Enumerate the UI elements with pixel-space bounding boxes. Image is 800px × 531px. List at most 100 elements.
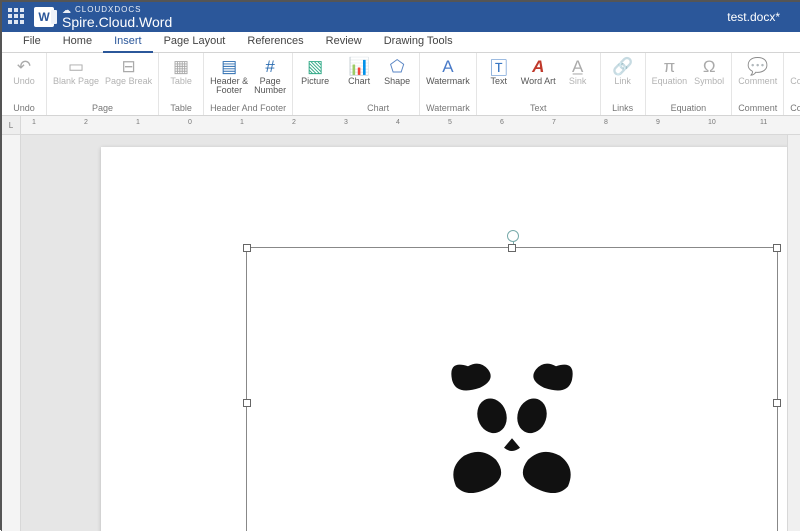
resize-handle-n[interactable] xyxy=(508,244,516,252)
tab-review[interactable]: Review xyxy=(315,32,373,52)
canvas-area[interactable] xyxy=(21,135,787,531)
resize-handle-ne[interactable] xyxy=(773,244,781,252)
workspace xyxy=(2,135,800,531)
ruler-mark: 10 xyxy=(708,119,716,126)
tab-drawing-tools[interactable]: Drawing Tools xyxy=(373,32,464,52)
ruler-mark: 8 xyxy=(604,119,608,126)
resize-handle-nw[interactable] xyxy=(243,244,251,252)
pi-icon: π xyxy=(664,56,676,77)
title-bar: W CLOUDXDOCS Spire.Cloud.Word test.docx* xyxy=(2,2,800,32)
rotate-handle-icon[interactable] xyxy=(507,230,519,242)
group-equation: πEquation ΩSymbol Equation xyxy=(646,53,733,115)
ruler-mark: 4 xyxy=(396,119,400,126)
group-chart: 📊Chart ⬠Shape Chart xyxy=(337,53,420,115)
blank-page-button[interactable]: ▭Blank Page xyxy=(50,54,102,103)
group-table-label: Table xyxy=(170,103,192,114)
ribbon: ↶Undo Undo ▭Blank Page ⊟Page Break Page … xyxy=(2,53,800,116)
ruler-mark: 1 xyxy=(240,119,244,126)
ruler-mark: 7 xyxy=(552,119,556,126)
textbox-icon: 🅃 xyxy=(490,56,507,77)
sink-icon: A̲ xyxy=(572,56,583,77)
ruler-corner: L xyxy=(2,116,21,134)
resize-handle-w[interactable] xyxy=(243,399,251,407)
shape-button[interactable]: ⬠Shape xyxy=(378,54,416,103)
vertical-scrollbar[interactable] xyxy=(787,135,800,531)
group-page-label: Page xyxy=(92,103,113,114)
document-page[interactable] xyxy=(101,147,787,531)
image-selection-box[interactable] xyxy=(246,247,778,531)
tab-references[interactable]: References xyxy=(236,32,314,52)
tab-insert[interactable]: Insert xyxy=(103,32,153,53)
group-content-control: ⧉Content Control Content Control xyxy=(784,53,800,115)
group-text-label: Text xyxy=(530,103,547,114)
page-break-icon: ⊟ xyxy=(121,56,135,77)
page-number-icon: # xyxy=(265,56,274,77)
link-button[interactable]: 🔗Link xyxy=(604,54,642,103)
ruler-mark: 6 xyxy=(500,119,504,126)
group-text: 🅃Text AWord Art A̲Sink Text xyxy=(477,53,601,115)
table-button[interactable]: ▦Table xyxy=(162,54,200,103)
group-undo-label: Undo xyxy=(13,103,35,114)
tab-home[interactable]: Home xyxy=(52,32,103,52)
comment-button[interactable]: 💬Comment xyxy=(735,54,780,103)
group-links: 🔗Link Links xyxy=(601,53,646,115)
ruler-mark: 2 xyxy=(292,119,296,126)
panda-image[interactable] xyxy=(432,336,592,496)
ruler-mark: 2 xyxy=(84,119,88,126)
sink-button[interactable]: A̲Sink xyxy=(559,54,597,103)
apps-grid-icon[interactable] xyxy=(8,8,26,26)
link-icon: 🔗 xyxy=(612,56,633,77)
group-links-label: Links xyxy=(612,103,633,114)
blank-page-icon: ▭ xyxy=(68,56,84,77)
group-hf-label: Header And Footer xyxy=(210,103,286,114)
header-footer-button[interactable]: ▤Header & Footer xyxy=(207,54,251,103)
group-header-footer: ▤Header & Footer #Page Number Header And… xyxy=(204,53,293,115)
menu-bar: File Home Insert Page Layout References … xyxy=(2,32,800,53)
word-logo-icon: W xyxy=(34,7,54,27)
table-icon: ▦ xyxy=(173,56,189,77)
brand-block: CLOUDXDOCS Spire.Cloud.Word xyxy=(62,6,172,29)
shape-icon: ⬠ xyxy=(390,56,405,77)
group-page: ▭Blank Page ⊟Page Break Page xyxy=(47,53,159,115)
group-table: ▦Table Table xyxy=(159,53,204,115)
resize-handle-e[interactable] xyxy=(773,399,781,407)
symbol-button[interactable]: ΩSymbol xyxy=(690,54,728,103)
omega-icon: Ω xyxy=(703,56,716,77)
vertical-ruler[interactable] xyxy=(2,135,21,531)
picture-button[interactable]: ▧Picture xyxy=(296,54,334,103)
ruler-mark: 5 xyxy=(448,119,452,126)
header-footer-icon: ▤ xyxy=(221,56,237,77)
ruler-mark: 0 xyxy=(188,119,192,126)
picture-icon: ▧ xyxy=(307,56,323,77)
group-cc-label: Content Control xyxy=(790,103,800,114)
watermark-button[interactable]: AWatermark xyxy=(423,54,473,103)
watermark-icon: A xyxy=(442,56,453,77)
page-break-button[interactable]: ⊟Page Break xyxy=(102,54,155,103)
wordart-button[interactable]: AWord Art xyxy=(518,54,559,103)
content-control-button[interactable]: ⧉Content Control xyxy=(787,54,800,103)
comment-icon: 💬 xyxy=(747,56,768,77)
ruler-mark: 1 xyxy=(136,119,140,126)
group-watermark-label: Watermark xyxy=(426,103,470,114)
group-chart-label: Chart xyxy=(367,103,389,114)
group-watermark: AWatermark Watermark xyxy=(420,53,477,115)
page-number-button[interactable]: #Page Number xyxy=(251,54,289,103)
wordart-icon: A xyxy=(532,56,544,77)
chart-button[interactable]: 📊Chart xyxy=(340,54,378,103)
tab-file[interactable]: File xyxy=(12,32,52,52)
document-name: test.docx* xyxy=(727,10,794,24)
ruler-mark: 1 xyxy=(32,119,36,126)
equation-button[interactable]: πEquation xyxy=(649,54,691,103)
group-comment-label: Comment xyxy=(738,103,777,114)
brand-large: Spire.Cloud.Word xyxy=(62,15,172,29)
chart-icon: 📊 xyxy=(349,56,370,77)
group-picture: ▧Picture xyxy=(293,53,337,115)
group-undo: ↶Undo Undo xyxy=(2,53,47,115)
tab-page-layout[interactable]: Page Layout xyxy=(153,32,237,52)
group-equation-label: Equation xyxy=(671,103,707,114)
horizontal-ruler[interactable]: L 12101234567891011 xyxy=(2,116,800,135)
text-button[interactable]: 🅃Text xyxy=(480,54,518,103)
brand-small: CLOUDXDOCS xyxy=(62,6,172,15)
undo-button[interactable]: ↶Undo xyxy=(5,54,43,103)
ruler-mark: 11 xyxy=(760,119,767,126)
